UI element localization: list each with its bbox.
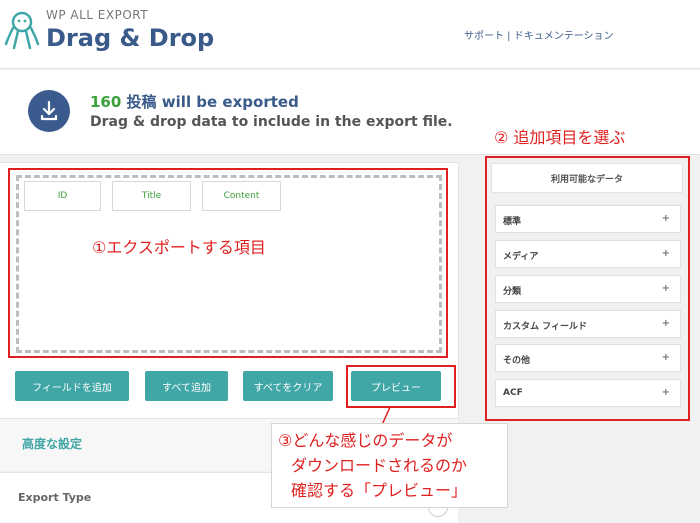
available-data-title: 利用可能なデータ — [491, 163, 683, 193]
plus-icon[interactable]: + — [662, 387, 670, 398]
annotation-preview-line1: ③どんな感じのデータが — [278, 431, 453, 450]
available-item-custom-fields[interactable]: カスタム フィールド + — [495, 310, 681, 338]
annotation-choose-items: ② 追加項目を選ぶ — [494, 128, 626, 147]
plus-icon[interactable]: + — [662, 213, 670, 224]
available-item-label: その他 — [503, 356, 531, 366]
plus-icon[interactable]: + — [662, 352, 670, 363]
export-type-label: Export Type — [18, 491, 92, 504]
post-type: 投稿 — [126, 93, 157, 111]
plus-icon[interactable]: + — [662, 318, 670, 329]
plus-icon[interactable]: + — [662, 248, 670, 259]
available-item-label: カスタム フィールド — [503, 322, 587, 332]
clear-all-button[interactable]: すべてをクリア — [243, 371, 333, 401]
exported-text: will be exported — [161, 93, 299, 111]
available-item-label: メディア — [503, 252, 539, 262]
download-icon — [28, 90, 70, 132]
export-subtitle: Drag & drop data to include in the expor… — [90, 114, 453, 130]
available-item-other[interactable]: その他 + — [495, 344, 681, 372]
app-header: WP ALL EXPORT Drag & Drop サポート | ドキュメンテー… — [0, 0, 700, 69]
annotation-export-items: ①エクスポートする項目 — [92, 238, 266, 257]
field-id[interactable]: ID — [24, 181, 101, 211]
advanced-settings-title[interactable]: 高度な設定 — [22, 435, 82, 452]
export-count-line: 160 投稿 will be exported — [90, 91, 299, 112]
octopus-logo-icon — [4, 11, 40, 50]
plus-icon[interactable]: + — [662, 283, 670, 294]
support-docs-links[interactable]: サポート | ドキュメンテーション — [464, 27, 614, 42]
brand-name: WP ALL EXPORT — [46, 8, 149, 22]
available-item-taxonomy[interactable]: 分類 + — [495, 275, 681, 303]
available-item-label: ACF — [503, 388, 523, 398]
annotation-preview-line3: 確認する「プレビュー」 — [291, 481, 468, 500]
available-item-label: 標準 — [503, 217, 522, 227]
available-item-media[interactable]: メディア + — [495, 240, 681, 268]
annotation-box-preview — [346, 365, 456, 408]
field-content[interactable]: Content — [202, 181, 281, 211]
field-title[interactable]: Title — [112, 181, 191, 211]
export-count: 160 — [90, 93, 122, 111]
add-all-button[interactable]: すべて追加 — [145, 371, 228, 401]
add-field-button[interactable]: フィールドを追加 — [15, 371, 129, 401]
available-item-label: 分類 — [503, 287, 522, 297]
available-item-standard[interactable]: 標準 + — [495, 205, 681, 233]
annotation-preview-line2: ダウンロードされるのか — [291, 456, 468, 475]
page-title: Drag & Drop — [46, 24, 215, 52]
available-item-acf[interactable]: ACF + — [495, 379, 681, 407]
